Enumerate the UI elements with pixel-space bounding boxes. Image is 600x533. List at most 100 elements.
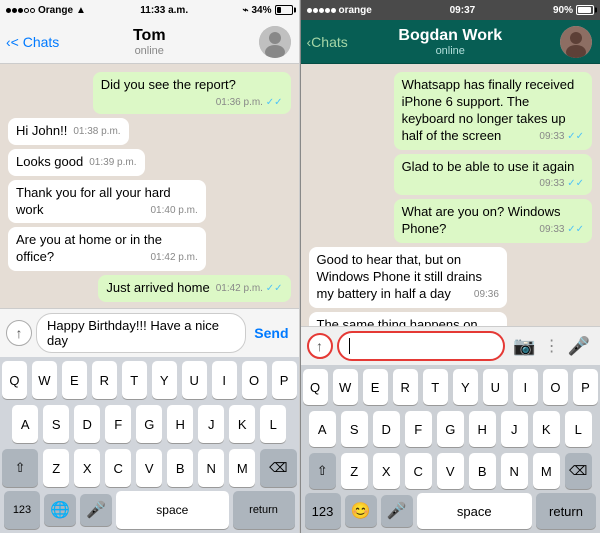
more-button[interactable]: ⋮ [544,336,560,356]
right-chat-area: Whatsapp has finally received iPhone 6 s… [301,64,600,326]
r-key-j[interactable]: J [501,411,528,447]
left-avatar[interactable] [259,26,291,58]
r-key-a[interactable]: A [309,411,336,447]
r-key-e[interactable]: E [363,369,388,405]
r-key-t[interactable]: T [423,369,448,405]
key-k[interactable]: K [229,405,255,443]
key-e[interactable]: E [62,361,87,399]
left-chat-area: Did you see the report? 01:36 p.m. ✓✓ Hi… [0,64,299,308]
space-key[interactable]: space [116,491,229,529]
right-back-button[interactable]: ‹ Chats [307,34,348,50]
right-battery-pct: 90% [553,5,573,16]
r-key-r[interactable]: R [393,369,418,405]
left-input-area: ↑ Happy Birthday!!! Have a nice day Send [0,308,299,357]
key-i[interactable]: I [212,361,237,399]
r-key-u[interactable]: U [483,369,508,405]
key-c[interactable]: C [105,449,131,487]
r-key-d[interactable]: D [373,411,400,447]
expand-button[interactable]: ↑ [6,320,32,346]
key-h[interactable]: H [167,405,193,443]
r-space-key[interactable]: space [417,493,533,529]
key-j[interactable]: J [198,405,224,443]
right-mic-button[interactable]: 🎤 [564,334,594,359]
right-message-input[interactable] [337,331,506,361]
key-z[interactable]: Z [43,449,69,487]
key-w[interactable]: W [32,361,57,399]
key-m[interactable]: M [229,449,255,487]
cursor [349,338,350,354]
r-key-k[interactable]: K [533,411,560,447]
r-key-g[interactable]: G [437,411,464,447]
r-key-v[interactable]: V [437,453,464,489]
left-carrier-group: Orange ▲ [6,5,86,16]
key-t[interactable]: T [122,361,147,399]
r-mic-icon[interactable]: 🎤 [381,495,413,527]
table-row: What are you on? Windows Phone? 09:33 ✓✓ [309,199,593,243]
r-key-y[interactable]: Y [453,369,478,405]
r-key-q[interactable]: Q [303,369,328,405]
key-d[interactable]: D [74,405,100,443]
right-input-area: ↑ 📷 ⋮ 🎤 [301,326,600,365]
mic-icon[interactable]: 🎤 [80,494,112,526]
key-u[interactable]: U [182,361,207,399]
shift-key[interactable]: ⇧ [2,449,38,487]
r-key-b[interactable]: B [469,453,496,489]
r-key-h[interactable]: H [469,411,496,447]
right-keyboard-row-2: A S D F G H J K L [301,407,600,449]
message-text: Glad to be able to use it again [402,159,575,174]
delete-key[interactable]: ⌫ [260,449,296,487]
left-carrier: Orange [38,5,73,16]
key-b[interactable]: B [167,449,193,487]
right-contact-status: online [398,45,502,57]
right-nav-bar: ‹ Chats Bogdan Work online [301,20,600,64]
return-key[interactable]: return [233,491,295,529]
key-s[interactable]: S [43,405,69,443]
r-key-i[interactable]: I [513,369,538,405]
key-p[interactable]: P [272,361,297,399]
r-key-o[interactable]: O [543,369,568,405]
table-row: Whatsapp has finally received iPhone 6 s… [309,72,593,150]
message-bubble: Did you see the report? 01:36 p.m. ✓✓ [93,72,291,114]
r-emoji-icon[interactable]: 😊 [345,495,377,527]
r-key-n[interactable]: N [501,453,528,489]
r-return-key[interactable]: return [536,493,596,529]
table-row: Looks good 01:39 p.m. [8,149,291,176]
right-avatar[interactable] [560,26,592,58]
key-g[interactable]: G [136,405,162,443]
key-x[interactable]: X [74,449,100,487]
globe-icon[interactable]: 🌐 [44,494,76,526]
left-back-button[interactable]: ‹ < Chats [6,34,59,50]
r-key-s[interactable]: S [341,411,368,447]
r-key-f[interactable]: F [405,411,432,447]
message-bubble: Are you at home or in the office? 01:42 … [8,227,206,271]
key-n[interactable]: N [198,449,224,487]
right-battery-icon [576,5,594,15]
r-key-l[interactable]: L [565,411,592,447]
r-delete-key[interactable]: ⌫ [565,453,592,489]
table-row: Hi John!! 01:38 p.m. [8,118,291,145]
key-o[interactable]: O [242,361,267,399]
key-v[interactable]: V [136,449,162,487]
key-a[interactable]: A [12,405,38,443]
r-shift-key[interactable]: ⇧ [309,453,336,489]
key-f[interactable]: F [105,405,131,443]
send-button[interactable]: Send [250,325,292,341]
key-y[interactable]: Y [152,361,177,399]
message-input[interactable]: Happy Birthday!!! Have a nice day [36,313,246,353]
key-r[interactable]: R [92,361,117,399]
r-key-m[interactable]: M [533,453,560,489]
r-key-w[interactable]: W [333,369,358,405]
camera-button[interactable]: 📷 [509,334,539,359]
right-expand-button[interactable]: ↑ [307,333,333,359]
r-key-x[interactable]: X [373,453,400,489]
message-bubble: Just arrived home 01:42 p.m. ✓✓ [98,275,290,302]
r-num-key[interactable]: 123 [305,493,341,529]
r-key-p[interactable]: P [573,369,598,405]
r-key-c[interactable]: C [405,453,432,489]
left-contact-status: online [133,45,166,57]
key-q[interactable]: Q [2,361,27,399]
input-text: Happy Birthday!!! Have a nice day [47,318,235,348]
r-key-z[interactable]: Z [341,453,368,489]
key-l[interactable]: L [260,405,286,443]
num-key[interactable]: 123 [4,491,40,529]
